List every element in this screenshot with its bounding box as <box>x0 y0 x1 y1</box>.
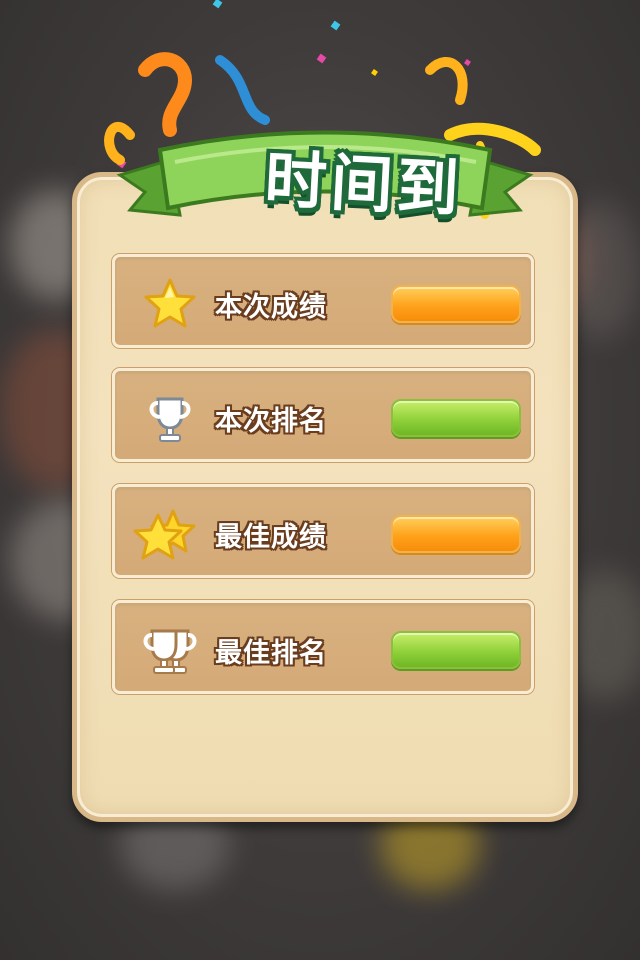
title-banner: 时间到 <box>90 40 560 240</box>
rank-row-current: 本次排名 <box>112 368 534 462</box>
row-label: 最佳排名 <box>215 638 327 669</box>
score-row-current: 本次成绩 <box>112 254 534 348</box>
star-icon <box>141 275 199 333</box>
value-bar <box>391 631 521 669</box>
trophy-icon <box>141 389 199 447</box>
confetti <box>330 20 341 31</box>
row-label: 最佳成绩 <box>215 522 327 553</box>
value-bar <box>391 515 521 553</box>
confetti <box>212 0 223 9</box>
score-row-best: 最佳成绩 <box>112 484 534 578</box>
row-label: 本次成绩 <box>215 292 327 323</box>
rank-row-best: 最佳排名 <box>112 600 534 694</box>
double-star-icon <box>131 505 201 563</box>
title-text: 时间到 <box>263 142 465 226</box>
double-trophy-icon <box>135 621 205 679</box>
row-label: 本次排名 <box>215 406 327 437</box>
value-bar <box>391 285 521 323</box>
value-bar <box>391 399 521 437</box>
